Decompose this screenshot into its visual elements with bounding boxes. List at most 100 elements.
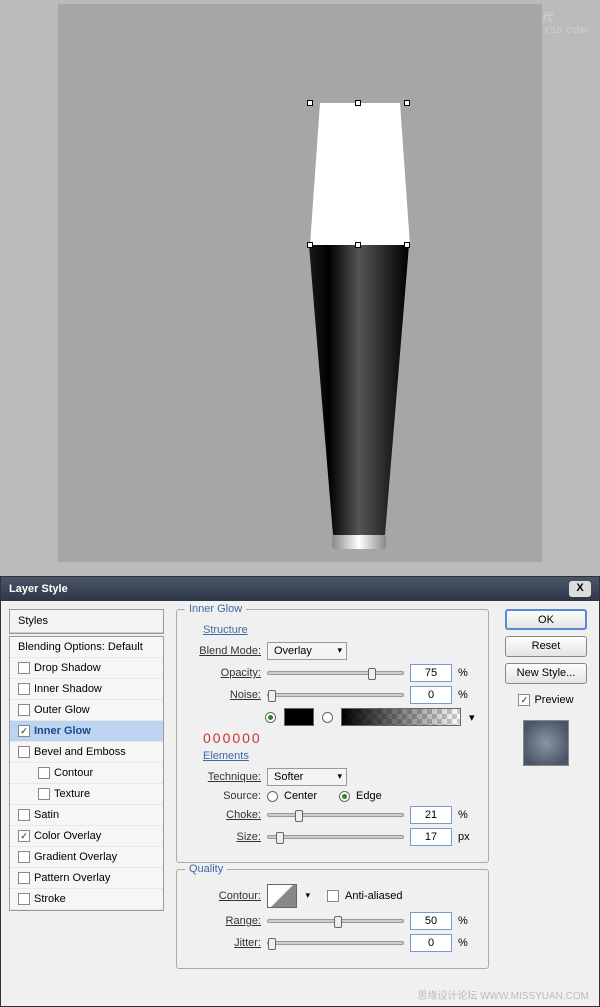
elements-title: Elements <box>203 750 476 762</box>
choke-label: Choke: <box>189 809 261 821</box>
style-label: Inner Glow <box>34 725 91 737</box>
unit-percent: % <box>458 689 476 701</box>
size-slider[interactable] <box>267 835 404 839</box>
quality-title: Quality <box>185 863 227 875</box>
jitter-input[interactable] <box>410 934 452 952</box>
antialiased-label: Anti-aliased <box>345 890 402 902</box>
gradient-radio[interactable] <box>322 712 333 723</box>
style-item-bevel-emboss[interactable]: Bevel and Emboss <box>10 742 163 763</box>
technique-label: Technique: <box>189 771 261 783</box>
preview-checkbox[interactable] <box>518 694 530 706</box>
style-label: Satin <box>34 809 59 821</box>
style-label: Outer Glow <box>34 704 90 716</box>
style-item-contour[interactable]: Contour <box>10 763 163 784</box>
glow-color-swatch[interactable] <box>284 708 314 726</box>
style-item-inner-shadow[interactable]: Inner Shadow <box>10 679 163 700</box>
styles-column: Styles Blending Options: Default Drop Sh… <box>9 609 164 975</box>
jitter-slider[interactable] <box>267 941 404 945</box>
style-item-outer-glow[interactable]: Outer Glow <box>10 700 163 721</box>
transform-handle-tc[interactable] <box>355 100 361 106</box>
blending-options-label: Blending Options: Default <box>18 641 143 653</box>
close-button[interactable]: X <box>569 581 591 597</box>
style-item-pattern-overlay[interactable]: Pattern Overlay <box>10 868 163 889</box>
style-label: Pattern Overlay <box>34 872 110 884</box>
style-label: Color Overlay <box>34 830 101 842</box>
style-label: Bevel and Emboss <box>34 746 126 758</box>
shape-body <box>309 245 409 535</box>
source-edge-radio[interactable] <box>339 791 350 802</box>
opacity-input[interactable] <box>410 664 452 682</box>
style-item-gradient-overlay[interactable]: Gradient Overlay <box>10 847 163 868</box>
contour-label: Contour: <box>189 890 261 902</box>
color-radio[interactable] <box>265 712 276 723</box>
transform-handle-br[interactable] <box>404 242 410 248</box>
checkbox[interactable] <box>18 851 30 863</box>
opacity-label: Opacity: <box>189 667 261 679</box>
style-label: Inner Shadow <box>34 683 102 695</box>
inner-glow-fieldset: Inner Glow Structure Blend Mode: Overlay… <box>176 609 489 863</box>
unit-percent: % <box>458 667 476 679</box>
checkbox[interactable] <box>38 767 50 779</box>
style-label: Stroke <box>34 893 66 905</box>
antialiased-checkbox[interactable] <box>327 890 339 902</box>
size-input[interactable] <box>410 828 452 846</box>
blending-options-item[interactable]: Blending Options: Default <box>10 637 163 658</box>
style-label: Contour <box>54 767 93 779</box>
checkbox[interactable] <box>18 809 30 821</box>
transform-handle-tl[interactable] <box>307 100 313 106</box>
blend-mode-value: Overlay <box>274 645 312 657</box>
new-style-button[interactable]: New Style... <box>505 663 587 684</box>
footer-watermark: 思缘设计论坛 WWW.MISSYUAN.COM <box>1 983 599 1006</box>
range-input[interactable] <box>410 912 452 930</box>
range-slider[interactable] <box>267 919 404 923</box>
styles-header[interactable]: Styles <box>10 610 163 633</box>
transform-handle-tr[interactable] <box>404 100 410 106</box>
opacity-slider[interactable] <box>267 671 404 675</box>
source-label: Source: <box>189 790 261 802</box>
style-label: Gradient Overlay <box>34 851 117 863</box>
noise-slider[interactable] <box>267 693 404 697</box>
choke-slider[interactable] <box>267 813 404 817</box>
checkbox[interactable] <box>18 893 30 905</box>
size-label: Size: <box>189 831 261 843</box>
color-code-annotation: 000000 <box>203 730 476 746</box>
checkbox[interactable] <box>18 662 30 674</box>
style-item-stroke[interactable]: Stroke <box>10 889 163 910</box>
reset-button[interactable]: Reset <box>505 636 587 657</box>
choke-input[interactable] <box>410 806 452 824</box>
checkbox[interactable] <box>18 830 30 842</box>
checkbox[interactable] <box>18 746 30 758</box>
checkbox[interactable] <box>18 704 30 716</box>
checkbox[interactable] <box>18 872 30 884</box>
glow-gradient-swatch[interactable] <box>341 708 461 726</box>
dialog-title: Layer Style <box>9 583 68 595</box>
style-item-texture[interactable]: Texture <box>10 784 163 805</box>
chevron-down-icon[interactable]: ▾ <box>469 711 475 724</box>
style-item-color-overlay[interactable]: Color Overlay <box>10 826 163 847</box>
unit-px: px <box>458 831 476 843</box>
layer-style-dialog: Layer Style X Styles Blending Options: D… <box>0 576 600 1007</box>
checkbox[interactable] <box>38 788 50 800</box>
blend-mode-dropdown[interactable]: Overlay <box>267 642 347 660</box>
style-item-satin[interactable]: Satin <box>10 805 163 826</box>
style-label: Drop Shadow <box>34 662 101 674</box>
structure-title: Structure <box>203 624 476 636</box>
checkbox[interactable] <box>18 725 30 737</box>
quality-fieldset: Quality Contour: Anti-aliased Range: % J… <box>176 869 489 969</box>
range-label: Range: <box>189 915 261 927</box>
style-item-inner-glow[interactable]: Inner Glow <box>10 721 163 742</box>
dialog-titlebar[interactable]: Layer Style X <box>1 577 599 601</box>
noise-input[interactable] <box>410 686 452 704</box>
style-item-drop-shadow[interactable]: Drop Shadow <box>10 658 163 679</box>
technique-dropdown[interactable]: Softer <box>267 768 347 786</box>
contour-picker[interactable] <box>267 884 297 908</box>
transform-handle-bl[interactable] <box>307 242 313 248</box>
source-center-radio[interactable] <box>267 791 278 802</box>
unit-percent: % <box>458 915 476 927</box>
checkbox[interactable] <box>18 683 30 695</box>
artboard[interactable] <box>58 4 542 562</box>
transform-handle-bc[interactable] <box>355 242 361 248</box>
noise-label: Noise: <box>189 689 261 701</box>
ok-button[interactable]: OK <box>505 609 587 630</box>
shape-selected[interactable] <box>320 103 400 245</box>
